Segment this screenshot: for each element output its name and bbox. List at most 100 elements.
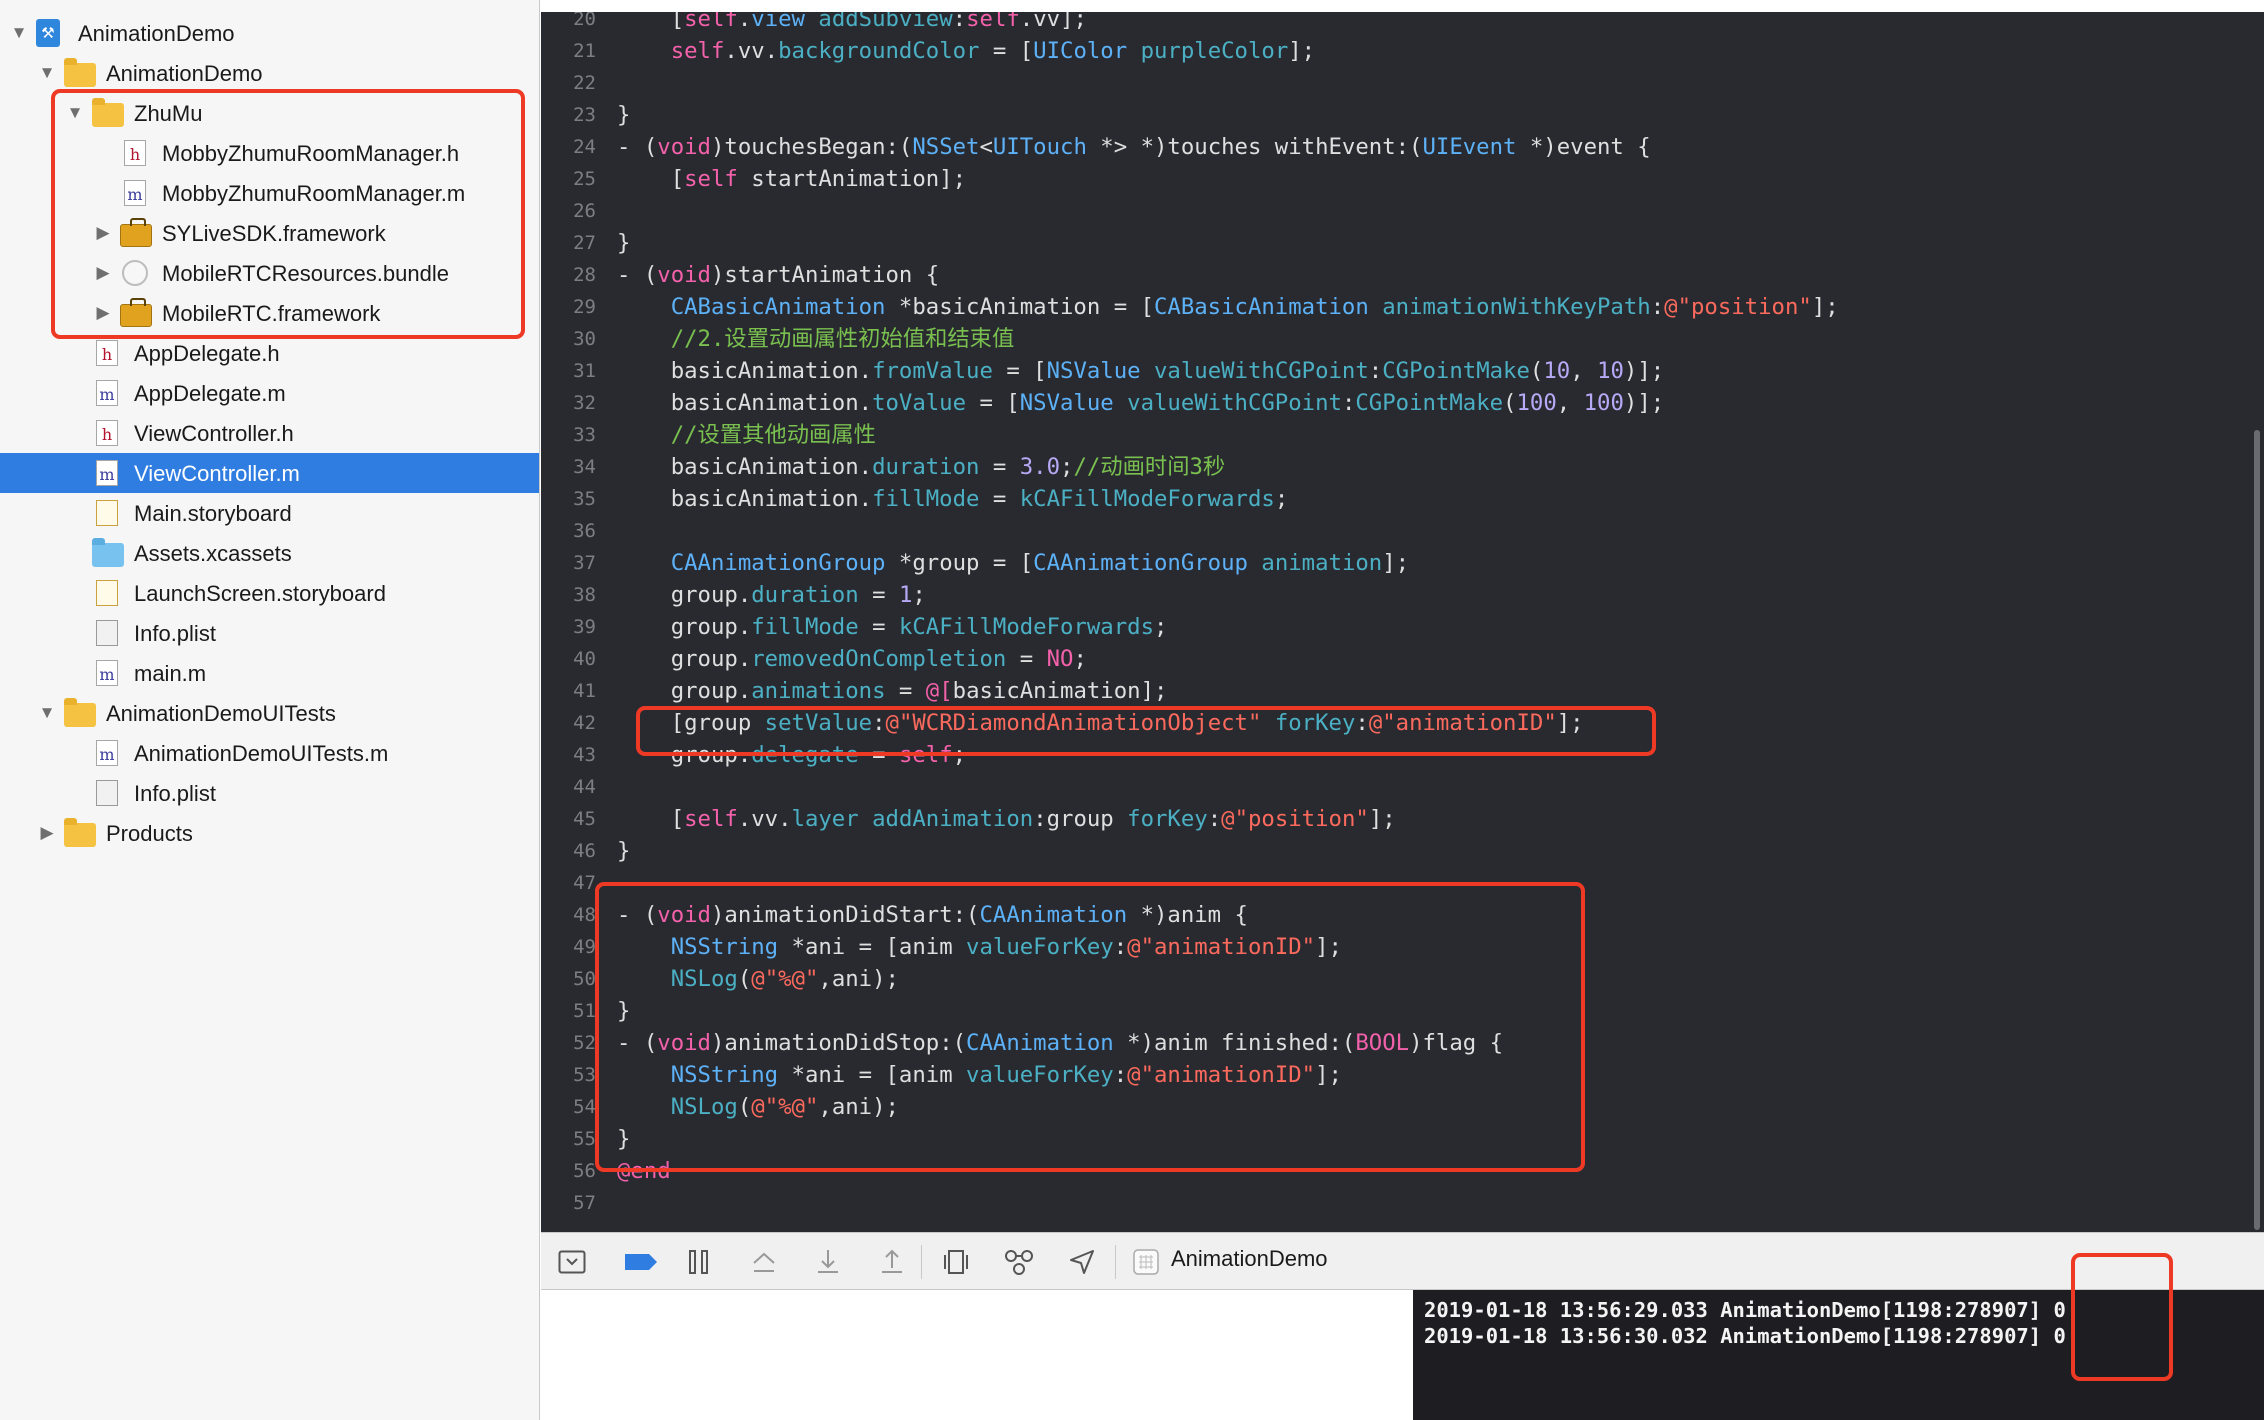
code-editor[interactable]: 20 21 22 23 24 25 26 27 28 29 30 31 32 33 34 35 36 37 38 39… [541, 0, 2264, 1232]
navigator-item[interactable]: Info.plist [0, 613, 539, 653]
code-line[interactable]: [self startAnimation]; [617, 163, 966, 195]
line-number: 40 [573, 648, 596, 670]
navigator-item[interactable]: ▼ AnimationDemo [0, 53, 539, 93]
code-line[interactable]: } [617, 227, 630, 259]
code-line[interactable]: group.animations = @[basicAnimation]; [617, 675, 1168, 707]
navigator-item[interactable]: Info.plist [0, 773, 539, 813]
hide-debug-area-icon[interactable] [557, 1247, 587, 1277]
simulate-location-icon[interactable] [1067, 1247, 1097, 1277]
line-number: 29 [573, 296, 596, 318]
code-line[interactable]: //2.设置动画属性初始值和结束值 [617, 323, 1015, 355]
navigator-item[interactable]: m ViewController.m [0, 453, 539, 493]
code-line[interactable]: } [617, 1123, 630, 1155]
asset-catalog-icon [92, 538, 124, 567]
step-out-icon[interactable] [877, 1247, 907, 1277]
code-line[interactable]: basicAnimation.duration = 3.0;//动画时间3秒 [617, 451, 1226, 483]
navigator-item[interactable]: ▶ SYLiveSDK.framework [0, 213, 539, 253]
navigator-item[interactable]: m main.m [0, 653, 539, 693]
code-line[interactable]: } [617, 99, 630, 131]
code-line[interactable]: [self.vv.layer addAnimation:group forKey… [617, 803, 1396, 835]
code-line[interactable]: group.removedOnCompletion = NO; [617, 643, 1087, 675]
navigator-item[interactable]: m AppDelegate.m [0, 373, 539, 413]
debug-toolbar: AnimationDemo [541, 1232, 2264, 1290]
line-number: 47 [573, 872, 596, 894]
disclosure-closed-icon[interactable]: ▶ [92, 302, 114, 324]
code-line[interactable]: - (void)animationDidStop:(CAAnimation *)… [617, 1027, 1503, 1059]
code-line[interactable]: CAAnimationGroup *group = [CAAnimationGr… [617, 547, 1409, 579]
step-into-icon[interactable] [813, 1247, 843, 1277]
code-line[interactable]: - (void)animationDidStart:(CAAnimation *… [617, 899, 1248, 931]
memory-graph-icon[interactable] [1004, 1247, 1034, 1277]
breakpoints-toggle-icon[interactable] [621, 1247, 661, 1277]
navigator-item[interactable]: ▶ MobileRTCResources.bundle [0, 253, 539, 293]
code-line[interactable]: NSString *ani = [anim valueForKey:@"anim… [617, 931, 1342, 963]
navigator-item[interactable]: ▼ ⚒ AnimationDemo [0, 13, 539, 53]
line-number: 37 [573, 552, 596, 574]
editor-scrollbar[interactable] [2254, 430, 2260, 1230]
line-number: 21 [573, 40, 596, 62]
disclosure-open-icon[interactable]: ▼ [64, 102, 86, 124]
line-number: 56 [573, 1160, 596, 1182]
source-file-icon: m [96, 740, 118, 766]
navigator-item-label: ViewController.h [134, 421, 294, 446]
navigator-item-label: MobbyZhumuRoomManager.h [162, 141, 460, 166]
navigator-item-label: Main.storyboard [134, 501, 292, 526]
navigator-item[interactable]: Main.storyboard [0, 493, 539, 533]
code-line[interactable]: self.vv.backgroundColor = [UIColor purpl… [617, 35, 1315, 67]
line-number: 23 [573, 104, 596, 126]
navigator-item[interactable]: h AppDelegate.h [0, 333, 539, 373]
disclosure-open-icon[interactable]: ▼ [36, 62, 58, 84]
navigator-item[interactable]: Assets.xcassets [0, 533, 539, 573]
navigator-item[interactable]: ▼ ZhuMu [0, 93, 539, 133]
code-line[interactable]: NSString *ani = [anim valueForKey:@"anim… [617, 1059, 1342, 1091]
process-scheme-label[interactable]: AnimationDemo [1171, 1246, 1328, 1272]
navigator-item-label: Assets.xcassets [134, 541, 292, 566]
line-number: 53 [573, 1064, 596, 1086]
storyboard-icon [96, 580, 118, 606]
disclosure-open-icon[interactable]: ▼ [36, 702, 58, 724]
code-line[interactable]: - (void)startAnimation { [617, 259, 939, 291]
step-over-icon[interactable] [749, 1247, 779, 1277]
code-line[interactable]: @end [617, 1155, 671, 1187]
code-line[interactable]: NSLog(@"%@",ani); [617, 963, 899, 995]
disclosure-open-icon[interactable]: ▼ [8, 22, 30, 44]
navigator-item[interactable]: ▶ Products [0, 813, 539, 853]
code-line[interactable]: - (void)touchesBegan:(NSSet<UITouch *> *… [617, 131, 1651, 163]
navigator-item[interactable]: m MobbyZhumuRoomManager.m [0, 173, 539, 213]
line-number: 41 [573, 680, 596, 702]
navigator-item-label: SYLiveSDK.framework [162, 221, 386, 246]
code-line[interactable]: } [617, 835, 630, 867]
code-line[interactable]: basicAnimation.fromValue = [NSValue valu… [617, 355, 1665, 387]
navigator-item-label: Products [106, 821, 193, 846]
debug-console[interactable]: 2019-01-18 13:56:29.033 AnimationDemo[11… [1413, 1290, 2264, 1420]
toolbar-divider [921, 1245, 922, 1279]
navigator-item[interactable]: ▼ AnimationDemoUITests [0, 693, 539, 733]
bundle-icon [122, 260, 148, 286]
disclosure-closed-icon[interactable]: ▶ [92, 262, 114, 284]
navigator-item[interactable]: h MobbyZhumuRoomManager.h [0, 133, 539, 173]
disclosure-closed-icon[interactable]: ▶ [36, 822, 58, 844]
code-line[interactable]: NSLog(@"%@",ani); [617, 1091, 899, 1123]
code-line[interactable]: group.fillMode = kCAFillModeForwards; [617, 611, 1168, 643]
navigator-item[interactable]: m AnimationDemoUITests.m [0, 733, 539, 773]
code-line[interactable]: basicAnimation.fillMode = kCAFillModeFor… [617, 483, 1289, 515]
code-line[interactable]: CABasicAnimation *basicAnimation = [CABa… [617, 291, 1839, 323]
line-number: 48 [573, 904, 596, 926]
code-line[interactable]: group.duration = 1; [617, 579, 926, 611]
line-number: 36 [573, 520, 596, 542]
line-number: 57 [573, 1192, 596, 1214]
navigator-item[interactable]: LaunchScreen.storyboard [0, 573, 539, 613]
view-hierarchy-icon[interactable] [941, 1247, 971, 1277]
pause-icon[interactable] [684, 1247, 714, 1277]
code-line[interactable]: //设置其他动画属性 [617, 419, 876, 451]
framework-icon [120, 218, 152, 247]
code-line[interactable]: } [617, 995, 630, 1027]
code-line[interactable]: [group setValue:@"WCRDiamondAnimationObj… [617, 707, 1584, 739]
navigator-item[interactable]: ▶ MobileRTC.framework [0, 293, 539, 333]
line-number: 34 [573, 456, 596, 478]
navigator-item[interactable]: h ViewController.h [0, 413, 539, 453]
line-number: 45 [573, 808, 596, 830]
disclosure-closed-icon[interactable]: ▶ [92, 222, 114, 244]
code-line[interactable]: group.delegate = self; [617, 739, 966, 771]
code-line[interactable]: basicAnimation.toValue = [NSValue valueW… [617, 387, 1665, 419]
